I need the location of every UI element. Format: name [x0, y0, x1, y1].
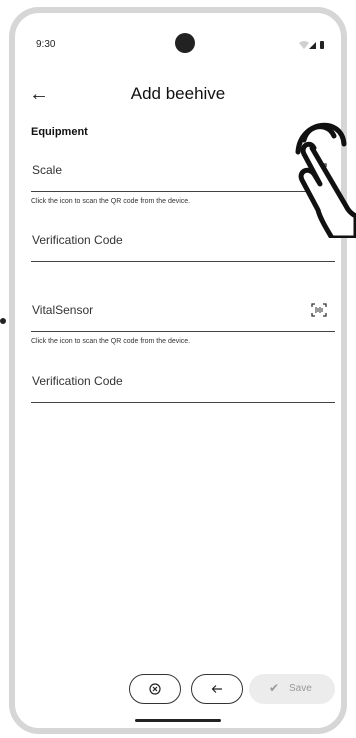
scale-helper-text: Click the icon to scan the QR code from … [31, 198, 191, 205]
status-time: 9:30 [36, 39, 56, 50]
scale-verification-label: Verification Code [32, 233, 123, 247]
phone-frame: 9:30 ← Add beehive Equipment Scale Click… [9, 7, 347, 734]
cancel-circle-icon [149, 683, 161, 695]
page-title: Add beehive [130, 84, 226, 103]
home-indicator [135, 719, 221, 722]
camera-cutout [175, 33, 195, 53]
vitalsensor-helper-text: Click the icon to scan the QR code from … [31, 338, 191, 345]
save-label: Save [289, 683, 312, 694]
vitalsensor-field[interactable]: VitalSensor [31, 293, 335, 332]
status-bar: 9:30 [15, 33, 341, 53]
previous-button[interactable] [191, 674, 243, 704]
decorative-dot [0, 318, 6, 324]
qr-scan-icon[interactable] [311, 303, 327, 317]
vitalsensor-field-label: VitalSensor [32, 303, 94, 317]
check-icon: ✔ [269, 681, 280, 695]
save-button[interactable]: ✔ Save [249, 674, 335, 704]
arrow-left-icon [211, 685, 222, 693]
app-bar: ← Add beehive [15, 79, 341, 109]
vitalsensor-verification-label: Verification Code [32, 374, 123, 388]
vitalsensor-verification-field[interactable]: Verification Code [31, 364, 335, 403]
section-equipment: Equipment [31, 126, 88, 138]
bottom-action-bar: ✔ Save [15, 674, 341, 704]
tap-hand-icon [295, 122, 356, 238]
signal-battery-icon [299, 41, 324, 49]
scale-field-label: Scale [32, 163, 63, 177]
cancel-button[interactable] [129, 674, 181, 704]
